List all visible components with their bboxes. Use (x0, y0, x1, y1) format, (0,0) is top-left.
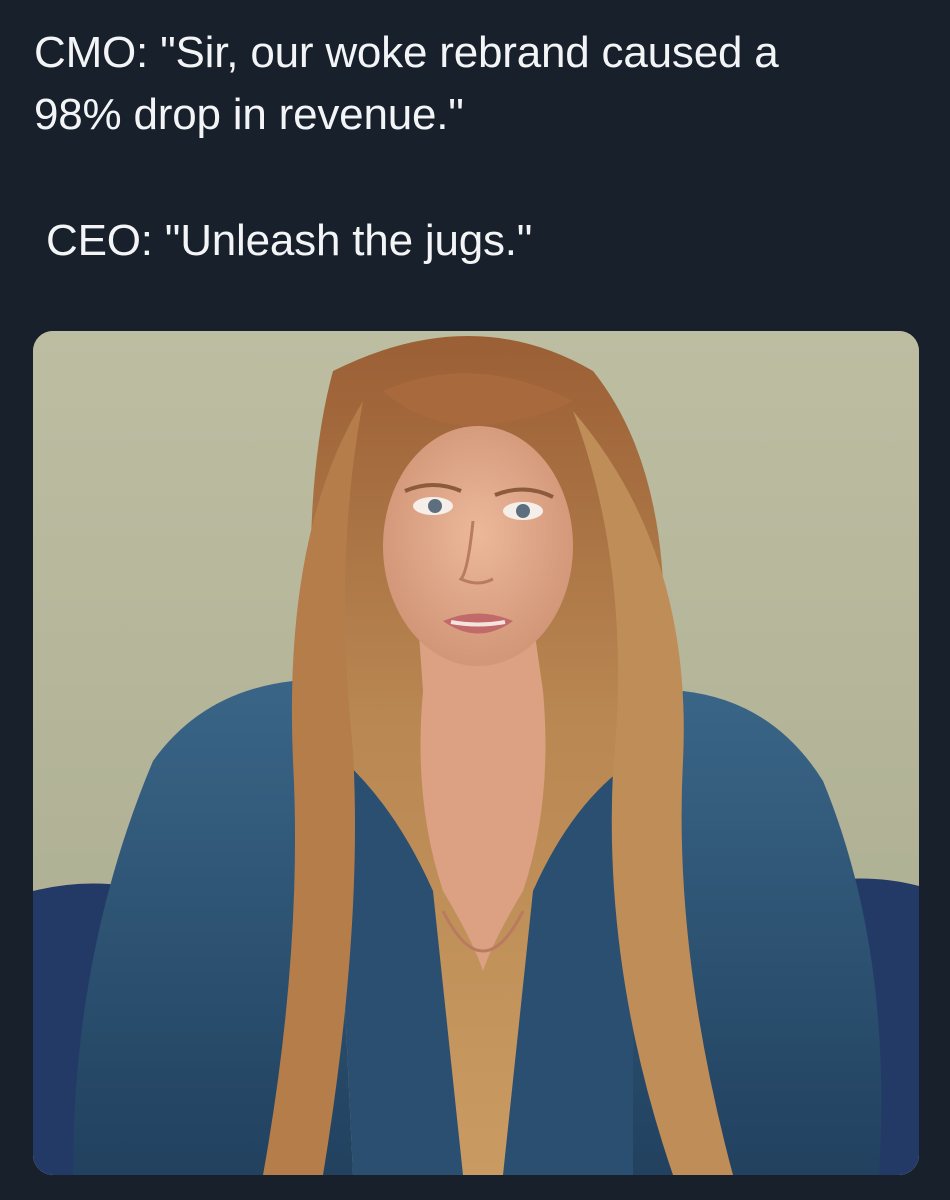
left-iris (428, 499, 442, 513)
tweet-post: CMO: "Sir, our woke rebrand caused a 98%… (0, 0, 950, 1200)
post-text-line-revenue: 98% drop in revenue." (34, 90, 464, 139)
post-text: CMO: "Sir, our woke rebrand caused a 98%… (34, 22, 924, 272)
right-iris (516, 504, 530, 518)
post-media-image[interactable] (33, 331, 919, 1175)
post-text-line-cmo: CMO: "Sir, our woke rebrand caused a (34, 28, 779, 77)
woman-photo-illustration (33, 331, 919, 1175)
post-text-line-ceo: CEO: "Unleash the jugs." (46, 216, 533, 265)
